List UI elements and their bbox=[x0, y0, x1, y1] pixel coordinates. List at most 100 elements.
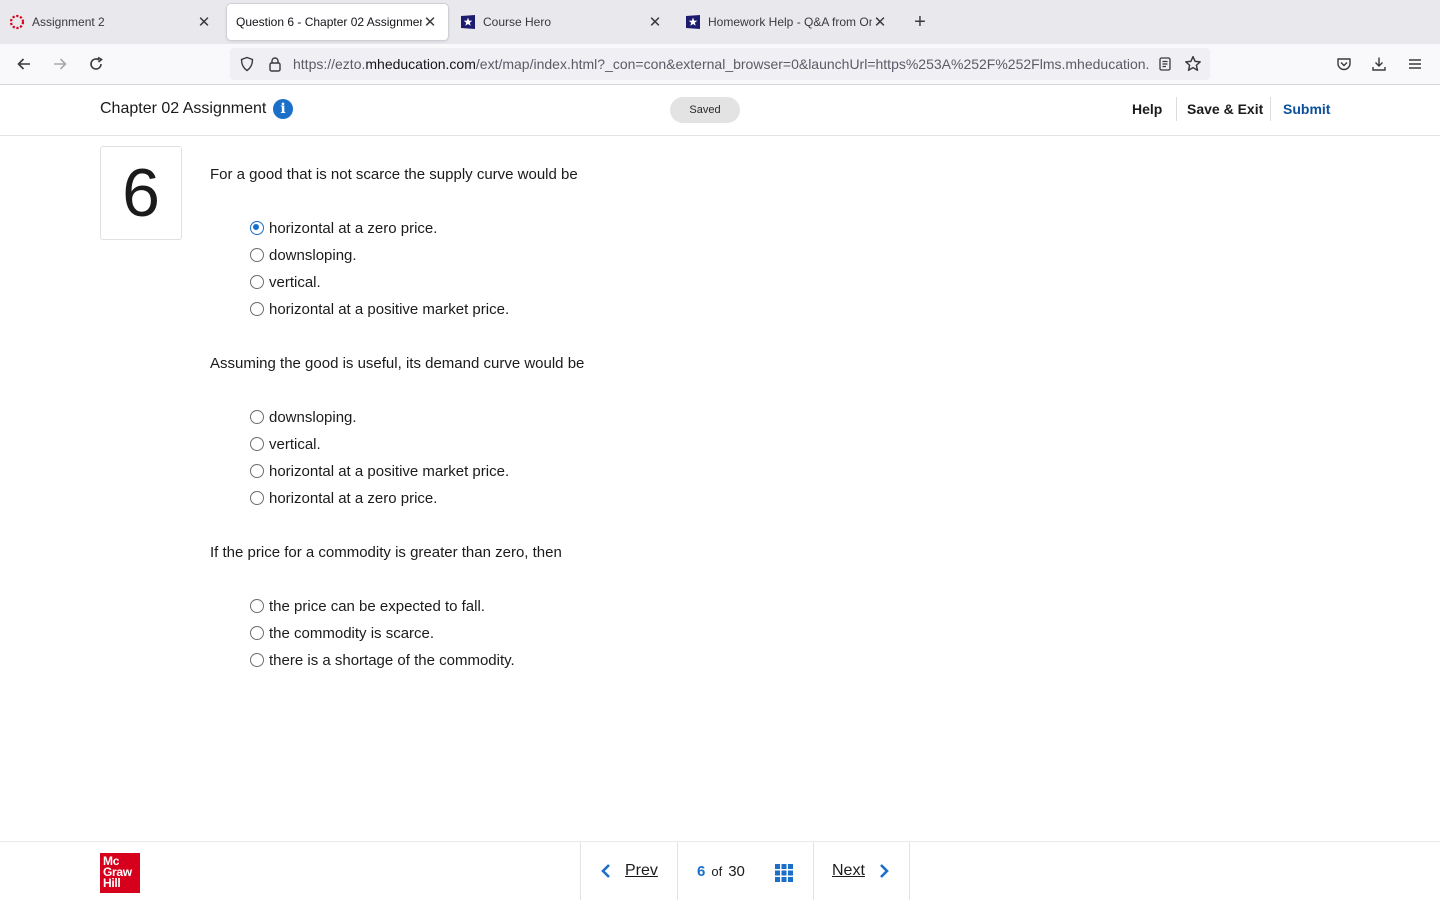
tab-title: Homework Help - Q&A from Online bbox=[708, 15, 872, 29]
browser-tab-homework-help[interactable]: Homework Help - Q&A from Online ✕ bbox=[676, 4, 898, 40]
radio-button[interactable] bbox=[250, 464, 264, 478]
reader-view-icon[interactable] bbox=[1157, 56, 1173, 72]
question-prompt: Assuming the good is useful, its demand … bbox=[210, 355, 585, 372]
close-icon[interactable]: ✕ bbox=[872, 13, 888, 31]
download-icon bbox=[1372, 57, 1386, 71]
close-icon[interactable]: ✕ bbox=[422, 13, 438, 31]
radio-button[interactable] bbox=[250, 653, 264, 667]
answer-label: the price can be expected to fall. bbox=[269, 597, 485, 615]
back-button[interactable] bbox=[12, 52, 36, 76]
save-exit-button[interactable]: Save & Exit bbox=[1187, 101, 1263, 117]
next-button[interactable]: Next bbox=[832, 862, 891, 880]
question-pager: Prev 6 of 30 Next bbox=[580, 842, 910, 900]
reload-button[interactable] bbox=[84, 52, 108, 76]
lock-icon[interactable] bbox=[267, 56, 283, 72]
answer-label: vertical. bbox=[269, 435, 321, 453]
new-tab-button[interactable]: + bbox=[908, 10, 932, 34]
answer-label: horizontal at a positive market price. bbox=[269, 462, 510, 480]
answer-option[interactable]: the commodity is scarce. bbox=[250, 622, 434, 644]
shield-icon[interactable] bbox=[239, 56, 255, 72]
logo-line: Hill bbox=[103, 876, 121, 890]
answer-option[interactable]: vertical. bbox=[250, 433, 321, 455]
bookmark-star-icon[interactable] bbox=[1184, 55, 1202, 73]
current-page: 6 bbox=[697, 863, 706, 880]
pager-divider bbox=[677, 842, 678, 900]
arrow-right-icon bbox=[54, 58, 67, 70]
of-label: of bbox=[711, 864, 723, 879]
course-hero-icon bbox=[686, 15, 700, 29]
total-pages: 30 bbox=[728, 863, 745, 880]
assignment-title: Chapter 02 Assignment bbox=[100, 100, 267, 117]
loading-spinner-icon bbox=[9, 14, 25, 30]
answer-option[interactable]: the price can be expected to fall. bbox=[250, 595, 485, 617]
answer-option[interactable]: horizontal at a zero price. bbox=[250, 487, 437, 509]
info-icon[interactable]: i bbox=[273, 99, 293, 119]
header-divider bbox=[1270, 97, 1271, 121]
question-grid-icon[interactable] bbox=[775, 864, 793, 882]
answer-option[interactable]: downsloping. bbox=[250, 406, 357, 428]
next-label: Next bbox=[832, 862, 865, 879]
radio-button[interactable] bbox=[250, 599, 264, 613]
arrow-left-icon bbox=[17, 58, 30, 70]
answer-option[interactable]: horizontal at a positive market price. bbox=[250, 298, 509, 320]
radio-button[interactable] bbox=[250, 626, 264, 640]
tab-title: Course Hero bbox=[483, 15, 552, 29]
answer-option[interactable]: vertical. bbox=[250, 271, 321, 293]
browser-tab-course-hero[interactable]: Course Hero ✕ bbox=[451, 4, 673, 40]
mcgraw-hill-logo: Mc Graw Hill bbox=[100, 853, 140, 893]
answer-label: horizontal at a zero price. bbox=[269, 219, 438, 237]
browser-tab-bar: Assignment 2 ✕ Question 6 - Chapter 02 A… bbox=[0, 0, 1440, 44]
prev-label: Prev bbox=[625, 862, 658, 879]
page-counter: 6 of 30 bbox=[697, 863, 745, 880]
answer-label: there is a shortage of the commodity. bbox=[269, 651, 515, 669]
tab-title: Question 6 - Chapter 02 Assignment bbox=[236, 15, 422, 29]
help-button[interactable]: Help bbox=[1132, 101, 1162, 117]
answer-label: horizontal at a positive market price. bbox=[269, 300, 510, 318]
browser-tab-assignment-2[interactable]: Assignment 2 ✕ bbox=[0, 4, 222, 40]
saved-status-badge: Saved bbox=[670, 97, 740, 123]
url-path: /ext/map/index.html?_con=con&external_br… bbox=[475, 56, 1149, 72]
answer-option[interactable]: horizontal at a zero price. bbox=[250, 217, 437, 239]
radio-button[interactable] bbox=[250, 410, 264, 424]
submit-button[interactable]: Submit bbox=[1283, 101, 1330, 117]
pocket-icon bbox=[1337, 58, 1351, 71]
answer-option[interactable]: downsloping. bbox=[250, 244, 357, 266]
url-host-prefix: https://ezto. bbox=[293, 56, 366, 72]
answer-label: downsloping. bbox=[269, 408, 357, 426]
close-icon[interactable]: ✕ bbox=[196, 13, 212, 31]
prev-button[interactable]: Prev bbox=[599, 862, 658, 880]
answer-label: the commodity is scarce. bbox=[269, 624, 435, 642]
radio-button[interactable] bbox=[250, 302, 264, 316]
course-hero-icon bbox=[461, 15, 475, 29]
forward-button[interactable] bbox=[48, 52, 72, 76]
close-icon[interactable]: ✕ bbox=[647, 13, 663, 31]
question-prompt: For a good that is not scarce the supply… bbox=[210, 166, 578, 183]
answer-label: horizontal at a zero price. bbox=[269, 489, 438, 507]
url-text[interactable]: https://ezto.mheducation.com/ext/map/ind… bbox=[293, 56, 1149, 72]
address-bar[interactable]: https://ezto.mheducation.com/ext/map/ind… bbox=[230, 48, 1210, 80]
radio-button[interactable] bbox=[250, 275, 264, 289]
answer-option[interactable]: horizontal at a positive market price. bbox=[250, 460, 509, 482]
hamburger-icon bbox=[1409, 59, 1421, 69]
tab-title: Assignment 2 bbox=[32, 15, 105, 29]
header-divider bbox=[1176, 97, 1177, 121]
assignment-header: Chapter 02 Assignment i Saved Help Save … bbox=[0, 85, 1440, 136]
pocket-button[interactable] bbox=[1332, 52, 1356, 76]
answer-option[interactable]: there is a shortage of the commodity. bbox=[250, 649, 515, 671]
answer-label: vertical. bbox=[269, 273, 321, 291]
chevron-right-icon bbox=[879, 864, 889, 878]
radio-button[interactable] bbox=[250, 437, 264, 451]
url-host: mheducation.com bbox=[365, 56, 476, 72]
radio-button[interactable] bbox=[250, 491, 264, 505]
browser-tab-question-6[interactable]: Question 6 - Chapter 02 Assignment ✕ bbox=[227, 4, 448, 40]
chevron-left-icon bbox=[601, 864, 610, 878]
browser-nav-bar: https://ezto.mheducation.com/ext/map/ind… bbox=[0, 44, 1440, 85]
pager-divider bbox=[813, 842, 814, 900]
radio-button[interactable] bbox=[250, 221, 264, 235]
menu-button[interactable] bbox=[1403, 52, 1427, 76]
footer-bar: Mc Graw Hill Prev 6 of 30 Next bbox=[0, 841, 1440, 900]
question-number: 6 bbox=[100, 146, 182, 240]
reload-icon bbox=[90, 56, 103, 70]
downloads-button[interactable] bbox=[1367, 52, 1391, 76]
radio-button[interactable] bbox=[250, 248, 264, 262]
